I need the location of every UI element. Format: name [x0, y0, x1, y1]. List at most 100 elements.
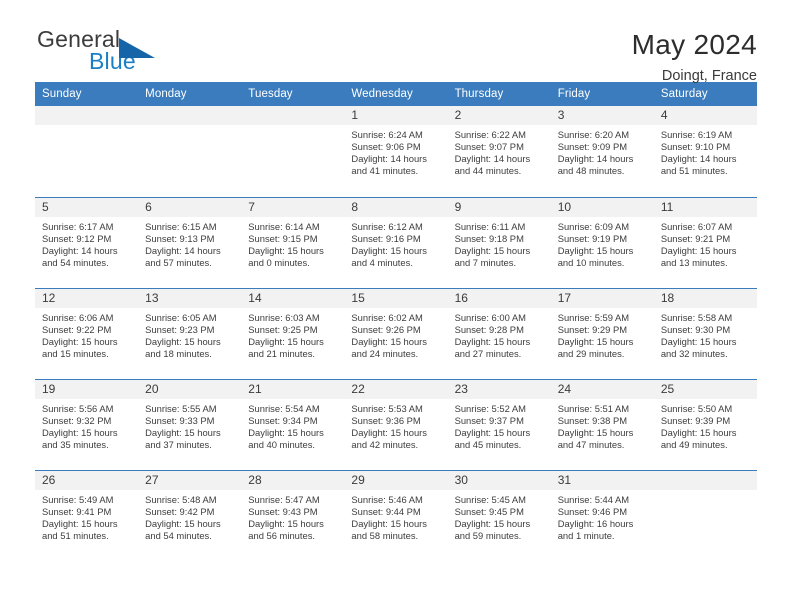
sunset-text: Sunset: 9:22 PM: [42, 323, 112, 335]
day-number: 25: [653, 379, 757, 399]
sunrise-text: Sunrise: 5:55 AM: [145, 402, 217, 414]
calendar-cell-day[interactable]: 17 Sunrise: 5:59 AM Sunset: 9:29 PM Dayligh…: [550, 287, 654, 379]
day-number: 18: [653, 288, 757, 308]
calendar-cell-day[interactable]: 7 Sunrise: 6:14 AM Sunset: 9:15 PM Daylight…: [241, 196, 345, 288]
calendar-cell-day[interactable]: 2 Sunrise: 6:22 AM Sunset: 9:07 PM Daylight…: [447, 106, 551, 197]
daylight-text-line1: Daylight: 14 hours: [454, 153, 531, 165]
calendar-cell-day[interactable]: 31 Sunrise: 5:44 AM Sunset: 9:46 PM Dayligh…: [550, 469, 654, 561]
calendar-cell-day[interactable]: 21 Sunrise: 5:54 AM Sunset: 9:34 PM Dayligh…: [241, 378, 345, 470]
day-number: 30: [447, 470, 551, 490]
calendar-cell-day[interactable]: 1 Sunrise: 6:24 AM Sunset: 9:06 PM Daylight…: [344, 106, 448, 197]
daylight-text-line2: and 15 minutes.: [42, 347, 109, 359]
calendar-cell-empty: [35, 106, 139, 197]
calendar-cell-day[interactable]: 16 Sunrise: 6:00 AM Sunset: 9:28 PM Dayligh…: [447, 287, 551, 379]
calendar-cell-day[interactable]: 22 Sunrise: 5:53 AM Sunset: 9:36 PM Dayligh…: [344, 378, 448, 470]
day-number: 29: [344, 470, 448, 490]
daylight-text-line2: and 35 minutes.: [42, 438, 109, 450]
day-number: 9: [447, 197, 551, 217]
sunrise-text: Sunrise: 5:59 AM: [557, 311, 630, 323]
day-number: 12: [35, 288, 139, 308]
sunset-text: Sunset: 9:33 PM: [145, 414, 215, 426]
day-sun-info: Sunrise: 6:24 AM Sunset: 9:06 PM Daylight:…: [344, 125, 447, 177]
calendar-cell-day[interactable]: 13 Sunrise: 6:05 AM Sunset: 9:23 PM Dayligh…: [138, 287, 242, 379]
sunset-text: Sunset: 9:30 PM: [660, 323, 731, 335]
calendar-cell-day[interactable]: 10 Sunrise: 6:09 AM Sunset: 9:19 PM Dayligh…: [550, 196, 654, 288]
sunrise-text: Sunrise: 5:54 AM: [248, 402, 320, 414]
sunrise-text: Sunrise: 6:06 AM: [42, 311, 114, 323]
day-sun-info: Sunrise: 6:12 AM Sunset: 9:16 PM Daylight:…: [344, 217, 447, 269]
daylight-text-line2: and 18 minutes.: [145, 347, 212, 359]
calendar-cell-day[interactable]: 14 Sunrise: 6:03 AM Sunset: 9:25 PM Dayligh…: [241, 287, 345, 379]
calendar-cell-day[interactable]: 26 Sunrise: 5:49 AM Sunset: 9:41 PM Dayligh…: [35, 469, 139, 561]
calendar-cell-day[interactable]: 15 Sunrise: 6:02 AM Sunset: 9:26 PM Dayligh…: [344, 287, 448, 379]
calendar-cell-day[interactable]: 27 Sunrise: 5:48 AM Sunset: 9:42 PM Dayligh…: [138, 469, 242, 561]
sunset-text: Sunset: 9:10 PM: [660, 141, 731, 153]
sunrise-text: Sunrise: 5:50 AM: [660, 402, 733, 414]
day-sun-info: Sunrise: 6:07 AM Sunset: 9:21 PM Daylight:…: [654, 217, 757, 269]
calendar-cell-day[interactable]: 23 Sunrise: 5:52 AM Sunset: 9:37 PM Dayligh…: [447, 378, 551, 470]
title-block: May 2024 Doingt, France: [632, 26, 757, 87]
sunrise-text: Sunrise: 5:46 AM: [351, 493, 423, 505]
day-number: 3: [550, 106, 654, 125]
daylight-text-line1: Daylight: 15 hours: [42, 426, 118, 438]
sunset-text: Sunset: 9:06 PM: [351, 141, 421, 153]
calendar-cell-day[interactable]: 12 Sunrise: 6:06 AM Sunset: 9:22 PM Dayligh…: [35, 287, 139, 379]
calendar-cell-day[interactable]: 11 Sunrise: 6:07 AM Sunset: 9:21 PM Dayligh…: [653, 196, 757, 288]
daylight-text-line2: and 42 minutes.: [351, 438, 419, 450]
day-sun-info: Sunrise: 6:17 AM Sunset: 9:12 PM Daylight:…: [35, 217, 138, 269]
calendar-cell-day[interactable]: 18 Sunrise: 5:58 AM Sunset: 9:30 PM Dayligh…: [653, 287, 757, 379]
calendar-cell-day[interactable]: 29 Sunrise: 5:46 AM Sunset: 9:44 PM Dayligh…: [344, 469, 448, 561]
day-number: 19: [35, 379, 139, 399]
daylight-text-line2: and 58 minutes.: [351, 529, 419, 541]
brand-logo[interactable]: General Blue: [35, 26, 235, 82]
daylight-text-line2: and 57 minutes.: [145, 256, 212, 268]
sunset-text: Sunset: 9:42 PM: [145, 505, 215, 517]
daylight-text-line1: Daylight: 15 hours: [660, 426, 737, 438]
weekday-header-sunday: Sunday: [35, 82, 139, 106]
calendar-cell-day[interactable]: 24 Sunrise: 5:51 AM Sunset: 9:38 PM Dayligh…: [550, 378, 654, 470]
daylight-text-line1: Daylight: 15 hours: [351, 517, 427, 529]
sunrise-text: Sunrise: 6:07 AM: [660, 220, 733, 232]
daylight-text-line2: and 40 minutes.: [248, 438, 315, 450]
weekday-header-tuesday: Tuesday: [241, 82, 345, 106]
day-number: [653, 470, 757, 490]
sunrise-text: Sunrise: 6:03 AM: [248, 311, 320, 323]
day-sun-info: Sunrise: 5:48 AM Sunset: 9:42 PM Daylight:…: [138, 490, 241, 542]
sunrise-text: Sunrise: 6:19 AM: [660, 129, 733, 140]
day-sun-info: Sunrise: 5:52 AM Sunset: 9:37 PM Daylight:…: [448, 399, 551, 451]
calendar-cell-day[interactable]: 25 Sunrise: 5:50 AM Sunset: 9:39 PM Dayligh…: [653, 378, 757, 470]
day-number: 8: [344, 197, 448, 217]
calendar-week-row: 26 Sunrise: 5:49 AM Sunset: 9:41 PM Dayligh…: [35, 469, 757, 561]
calendar-cell-day[interactable]: 5 Sunrise: 6:17 AM Sunset: 9:12 PM Daylight…: [35, 196, 139, 288]
calendar-page: General Blue May 2024 Doingt, France Sun…: [0, 0, 792, 612]
day-number: 7: [241, 197, 345, 217]
sunrise-text: Sunrise: 6:00 AM: [454, 311, 526, 323]
sunset-text: Sunset: 9:23 PM: [145, 323, 215, 335]
calendar-cell-day[interactable]: 3 Sunrise: 6:20 AM Sunset: 9:09 PM Daylight…: [550, 106, 654, 197]
sunset-text: Sunset: 9:38 PM: [557, 414, 628, 426]
sunrise-text: Sunrise: 6:14 AM: [248, 220, 320, 232]
sunset-text: Sunset: 9:12 PM: [42, 232, 112, 244]
day-number: 28: [241, 470, 345, 490]
calendar-cell-day[interactable]: 28 Sunrise: 5:47 AM Sunset: 9:43 PM Dayligh…: [241, 469, 345, 561]
sunset-text: Sunset: 9:36 PM: [351, 414, 421, 426]
calendar-cell-day[interactable]: 9 Sunrise: 6:11 AM Sunset: 9:18 PM Daylight…: [447, 196, 551, 288]
day-sun-info: Sunrise: 6:09 AM Sunset: 9:19 PM Daylight:…: [551, 217, 654, 269]
daylight-text-line2: and 37 minutes.: [145, 438, 212, 450]
daylight-text-line1: Daylight: 15 hours: [248, 244, 324, 256]
calendar-cell-day[interactable]: 30 Sunrise: 5:45 AM Sunset: 9:45 PM Dayligh…: [447, 469, 551, 561]
day-sun-info: Sunrise: 6:05 AM Sunset: 9:23 PM Daylight:…: [138, 308, 241, 360]
sunset-text: Sunset: 9:32 PM: [42, 414, 112, 426]
daylight-text-line2: and 56 minutes.: [248, 529, 315, 541]
calendar-cell-day[interactable]: 19 Sunrise: 5:56 AM Sunset: 9:32 PM Dayligh…: [35, 378, 139, 470]
calendar-cell-day[interactable]: 8 Sunrise: 6:12 AM Sunset: 9:16 PM Daylight…: [344, 196, 448, 288]
calendar-cell-day[interactable]: 4 Sunrise: 6:19 AM Sunset: 9:10 PM Daylight…: [653, 106, 757, 197]
day-number: 4: [653, 106, 757, 125]
page-title: May 2024: [631, 29, 757, 60]
daylight-text-line2: and 10 minutes.: [557, 256, 625, 268]
daylight-text-line1: Daylight: 15 hours: [557, 335, 634, 347]
calendar-cell-day[interactable]: 20 Sunrise: 5:55 AM Sunset: 9:33 PM Dayligh…: [138, 378, 242, 470]
sunrise-text: Sunrise: 5:49 AM: [42, 493, 114, 505]
day-number: 2: [447, 106, 551, 125]
calendar-cell-day[interactable]: 6 Sunrise: 6:15 AM Sunset: 9:13 PM Daylight…: [138, 196, 242, 288]
